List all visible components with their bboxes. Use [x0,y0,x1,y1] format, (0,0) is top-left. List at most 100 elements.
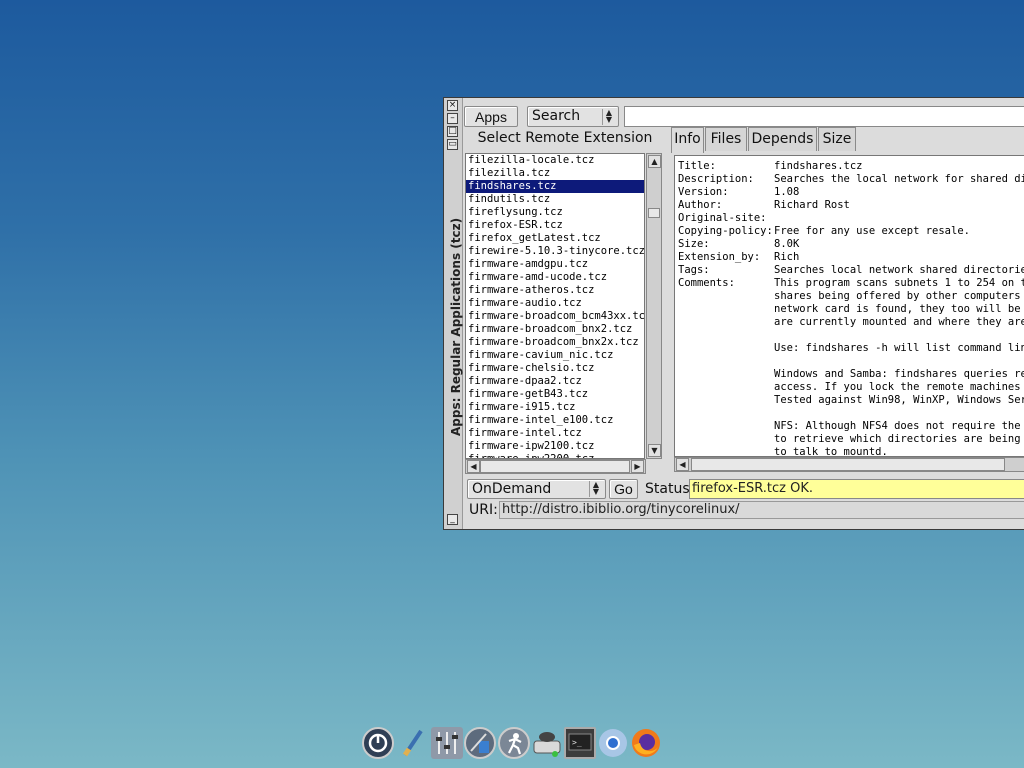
search-type-value: Search [532,108,581,124]
info-comment-text: shares being offered by other computers … [774,290,1024,302]
info-value: 8.0K [774,238,800,250]
list-item[interactable]: firmware-intel_e100.tcz [466,414,644,427]
list-item[interactable]: filezilla.tcz [466,167,644,180]
apps-button[interactable]: Apps [464,106,518,127]
scroll-down-icon[interactable]: ▼ [648,444,661,457]
list-item[interactable]: firmware-dpaa2.tcz [466,375,644,388]
tab-size[interactable]: Size [818,127,856,151]
info-comment-line: to retrieve which directories are being … [675,433,1024,446]
list-item[interactable]: firmware-intel.tcz [466,427,644,440]
list-item[interactable]: firmware-broadcom_bnx2x.tcz [466,336,644,349]
info-comment-text: NFS: Although NFS4 does not require the … [774,420,1024,432]
window-title: Apps: Regular Applications (tcz) [449,217,463,436]
list-item[interactable]: firefox_getLatest.tcz [466,232,644,245]
maximize-icon[interactable]: □ [447,126,458,137]
list-item[interactable]: firefox-ESR.tcz [466,219,644,232]
info-hscrollbar[interactable]: ◀ [674,457,1024,472]
info-row: Copying-policy: Free for any use except r… [675,225,1024,238]
list-item[interactable]: firmware-chelsio.tcz [466,362,644,375]
info-key: Copying-policy: [678,225,773,237]
info-comment-line [675,329,1024,342]
info-row: Comments: This program scans subnets 1 to… [675,277,1024,290]
list-vscrollbar[interactable]: ▲ ▼ [646,153,662,459]
list-item[interactable]: firmware-cavium_nic.tcz [466,349,644,362]
info-row: Author: Richard Rost [675,199,1024,212]
info-row: Original-site: [675,212,1024,225]
info-key: Size: [678,238,710,250]
info-key: Original-site: [678,212,767,224]
info-comment-line: are currently mounted and where they are… [675,316,1024,329]
info-scroll-left-icon[interactable]: ◀ [676,458,689,471]
info-row: Extension_by: Rich [675,251,1024,264]
info-row: Version: 1.08 [675,186,1024,199]
list-hscrollbar[interactable]: ◀ ▶ [465,459,646,474]
info-comment-text: Windows and Samba: findshares queries re… [774,368,1024,380]
uri-label: URI: [469,502,498,518]
tab-depends[interactable]: Depends [748,127,817,151]
control-panel-icon[interactable] [431,727,463,759]
run-icon[interactable] [498,727,530,759]
firefox-icon[interactable] [630,727,662,759]
list-vscroll-thumb[interactable] [648,208,660,218]
info-hscroll-thumb[interactable] [691,458,1005,471]
info-value: Searches the local network for shared di… [774,173,1024,185]
info-key: Version: [678,186,729,198]
iconify-icon[interactable]: _ [447,514,458,525]
info-row: Description: Searches the local network f… [675,173,1024,186]
list-item[interactable]: fireflysung.tcz [466,206,644,219]
info-row: Title: findshares.tcz [675,160,1024,173]
info-value: Free for any use except resale. [774,225,970,237]
svg-text:>_: >_ [572,738,582,747]
mode-select[interactable]: OnDemand ▲ ▼ [467,479,606,499]
info-comment-line: Windows and Samba: findshares queries re… [675,368,1024,381]
close-icon[interactable]: × [447,100,458,111]
info-value: Rich [774,251,800,263]
list-item[interactable]: firmware-audio.tcz [466,297,644,310]
mode-select-value: OnDemand [472,481,552,497]
go-button[interactable]: Go [609,479,638,499]
list-item[interactable]: firmware-amdgpu.tcz [466,258,644,271]
list-item[interactable]: firmware-broadcom_bcm43xx.tcz [466,310,644,323]
apps-icon[interactable] [464,727,496,759]
power-icon[interactable] [362,727,394,759]
list-item[interactable]: firmware-getB43.tcz [466,388,644,401]
list-hscroll-thumb[interactable] [480,460,630,473]
scroll-up-icon[interactable]: ▲ [648,155,661,168]
extension-list[interactable]: filezilla-locale.tcz filezilla.tcz findsha… [465,153,645,459]
chromium-icon[interactable] [597,727,629,759]
info-comment-text: network card is found, they too will be … [774,303,1024,315]
info-comment-line: to talk to mountd. [675,446,1024,457]
tab-info[interactable]: Info [671,127,704,153]
info-comment-line: access. If you lock the remote machines … [675,381,1024,394]
paint-brush-icon[interactable] [397,727,429,759]
list-item[interactable]: firmware-ipw2100.tcz [466,440,644,453]
status-field: firefox-ESR.tcz OK. [689,479,1024,499]
search-type-select[interactable]: Search ▲ ▼ [527,106,619,127]
shade-icon[interactable]: ▭ [447,139,458,150]
info-comment-line: NFS: Although NFS4 does not require the … [675,420,1024,433]
list-item[interactable]: findutils.tcz [466,193,644,206]
mount-tool-icon[interactable] [531,727,563,759]
mode-select-arrows-icon: ▲ ▼ [589,481,602,497]
info-key: Title: [678,160,716,172]
terminal-icon[interactable]: >_ [564,727,596,759]
info-row: Tags: Searches local network shared direc… [675,264,1024,277]
list-item[interactable]: firmware-broadcom_bnx2.tcz [466,323,644,336]
list-item[interactable]: firmware-atheros.tcz [466,284,644,297]
list-item[interactable]: firmware-i915.tcz [466,401,644,414]
dock: >_ [360,724,664,764]
info-value: Searches local network shared directorie… [774,264,1024,276]
scroll-left-icon[interactable]: ◀ [467,460,480,473]
scroll-right-icon[interactable]: ▶ [631,460,644,473]
search-input[interactable] [624,106,1024,127]
tab-files[interactable]: Files [705,127,747,151]
info-comment-line: Use: findshares -h will list command lin… [675,342,1024,355]
info-value: findshares.tcz [774,160,863,172]
minimize-icon[interactable]: – [447,113,458,124]
list-item[interactable]: firmware-amd-ucode.tcz [466,271,644,284]
list-item[interactable]: firewire-5.10.3-tinycore.tcz [466,245,644,258]
window-titlebar[interactable]: × – □ ▭ Apps: Regular Applications (tcz)… [444,98,463,529]
list-item[interactable]: findshares.tcz [466,180,644,193]
info-comment-text: to talk to mountd. [774,446,888,457]
list-item[interactable]: filezilla-locale.tcz [466,154,644,167]
